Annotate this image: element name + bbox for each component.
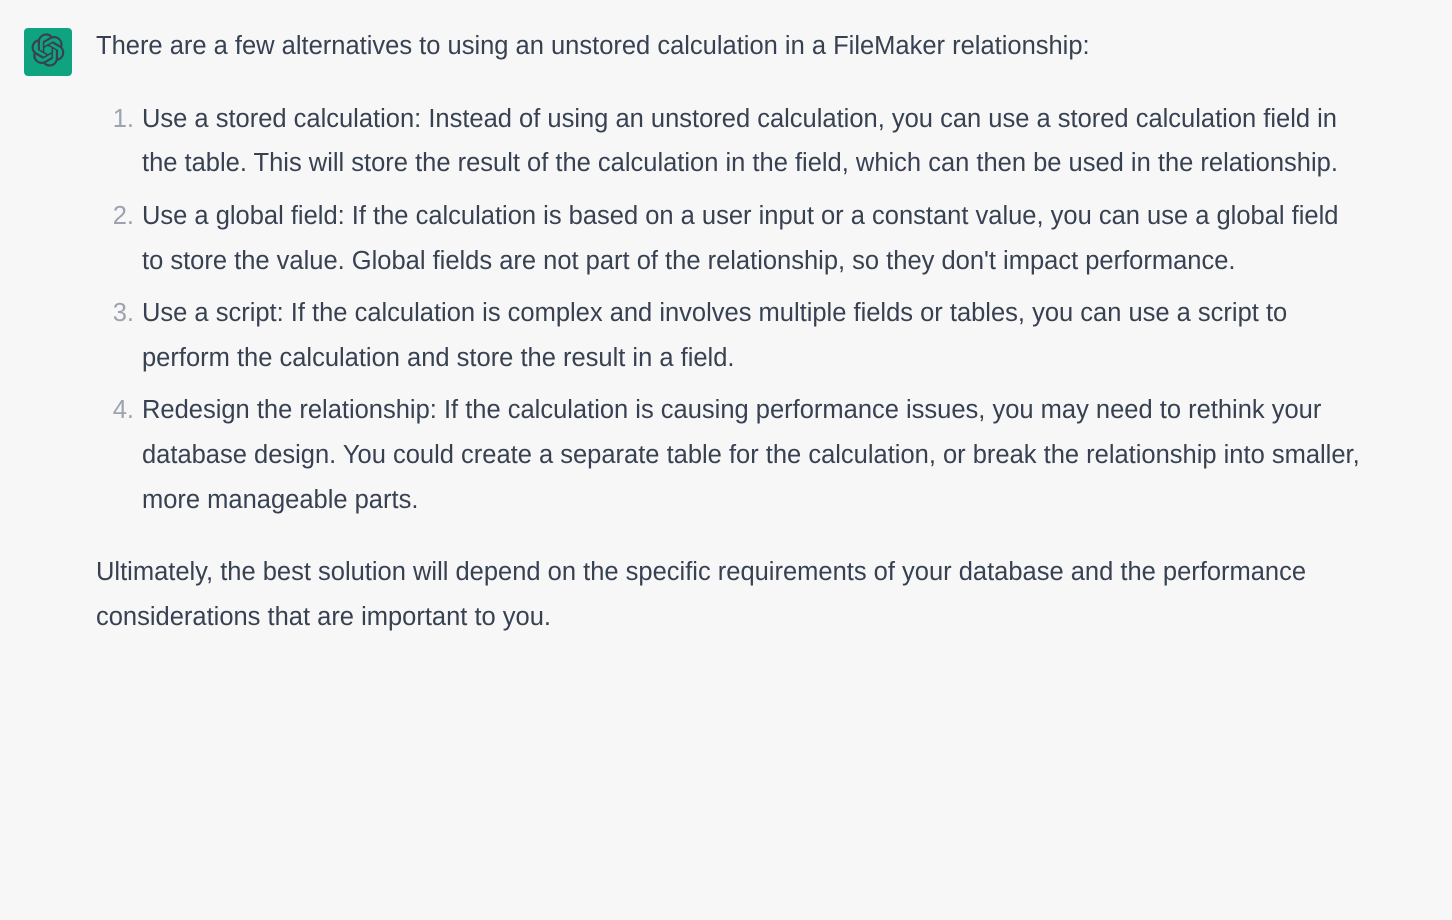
message-list: Use a stored calculation: Instead of usi… <box>96 97 1362 523</box>
message-conclusion: Ultimately, the best solution will depen… <box>96 550 1362 639</box>
list-item: Use a script: If the calculation is comp… <box>142 291 1362 380</box>
assistant-message-content: There are a few alternatives to using an… <box>96 24 1362 640</box>
list-item: Use a global field: If the calculation i… <box>142 194 1362 283</box>
assistant-message-row: There are a few alternatives to using an… <box>0 24 1452 640</box>
message-intro: There are a few alternatives to using an… <box>96 24 1362 69</box>
assistant-avatar <box>24 28 72 76</box>
list-item: Use a stored calculation: Instead of usi… <box>142 97 1362 186</box>
openai-logo-icon <box>31 33 65 72</box>
list-item: Redesign the relationship: If the calcul… <box>142 388 1362 522</box>
